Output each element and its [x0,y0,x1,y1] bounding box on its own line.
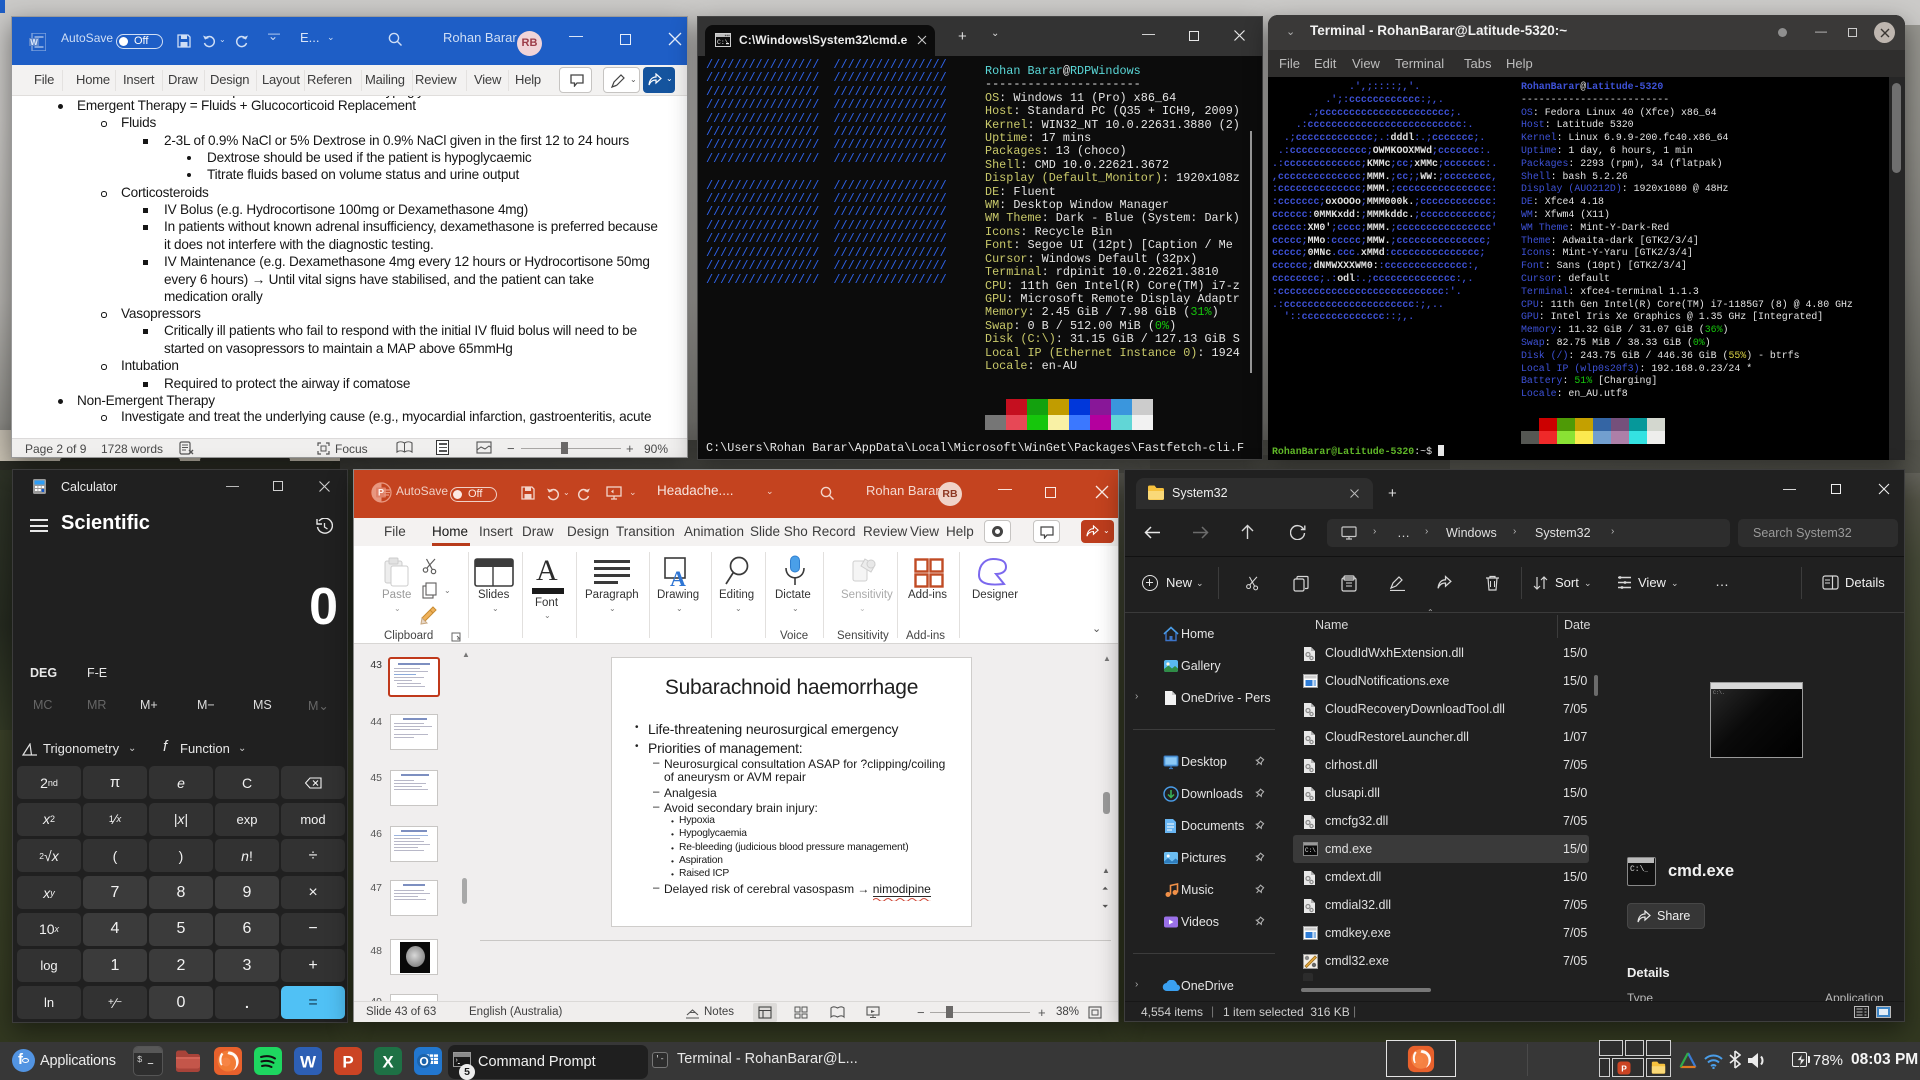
svg-text:P: P [378,488,384,498]
svg-text:C:\: C:\ [717,39,729,46]
svg-text:P: P [1621,1063,1627,1073]
svg-text:X: X [382,1053,394,1072]
svg-text:W: W [30,38,38,47]
svg-text:P: P [342,1053,353,1072]
svg-text:W: W [300,1053,317,1072]
svg-text:A: A [670,566,686,589]
svg-text:O: O [419,1055,428,1069]
